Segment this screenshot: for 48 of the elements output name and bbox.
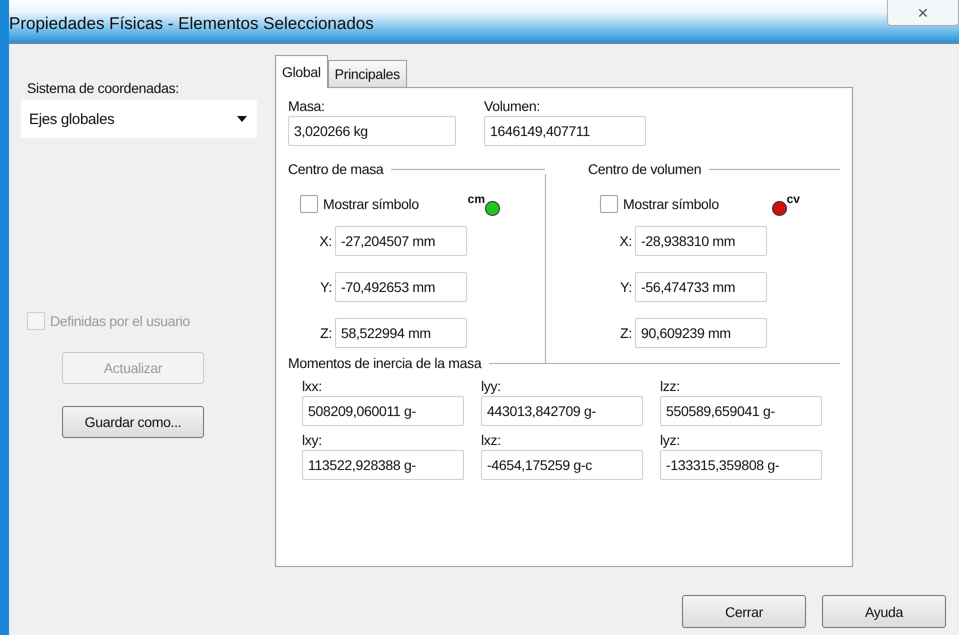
coordinate-field[interactable]: -70,492653 mm	[335, 272, 467, 302]
inertia-field[interactable]: 550589,659041 g-	[660, 396, 822, 426]
symbol-label: cm	[468, 192, 485, 206]
group-title: Momentos de inercia de la masa	[288, 355, 482, 371]
checkbox-label: Definidas por el usuario	[50, 313, 190, 329]
inertia-field[interactable]: 443013,842709 g-	[481, 396, 643, 426]
coordinate-system-dropdown[interactable]: Ejes globales	[21, 100, 257, 138]
coordinate-system-label: Sistema de coordenadas:	[27, 80, 180, 96]
inertia-field[interactable]: -4654,175259 g-c	[481, 450, 643, 480]
axis-label: X:	[618, 233, 632, 249]
window-title: Propiedades Físicas - Elementos Seleccionados	[9, 14, 374, 34]
caret-icon	[237, 116, 247, 122]
group-title: Centro de volumen	[588, 161, 702, 177]
axis-label: Y:	[319, 279, 332, 295]
axis-label: Y:	[619, 279, 632, 295]
inertia-label: lxy:	[302, 432, 323, 448]
tab[interactable]: Global	[275, 55, 328, 88]
inertia-field[interactable]: 508209,060011 g-	[302, 396, 464, 426]
mass-field[interactable]: 3,020266 kg	[288, 116, 456, 146]
tab[interactable]: Principales	[328, 60, 407, 87]
inertia-field[interactable]: 113522,928388 g-	[302, 450, 464, 480]
checkbox[interactable]	[600, 195, 618, 213]
inertia-label: lxz:	[481, 432, 502, 448]
close-dialog-button[interactable]: Cerrar	[682, 595, 806, 628]
coordinate-field[interactable]: -28,938310 mm	[634, 226, 767, 256]
volume-label: Volumen:	[484, 98, 541, 114]
close-button[interactable]: ✕	[887, 0, 959, 26]
volume-field[interactable]: 1646149,407711	[484, 116, 646, 146]
inertia-label: lyy:	[481, 378, 502, 394]
save-as-button[interactable]: Guardar como...	[62, 406, 204, 438]
symbol-label: cv	[786, 192, 800, 206]
inertia-label: lxx:	[302, 378, 323, 394]
checkbox[interactable]	[300, 195, 318, 213]
coordinate-field[interactable]: 90,609239 mm	[634, 318, 767, 348]
axis-label: X:	[318, 233, 332, 249]
help-button[interactable]: Ayuda	[822, 595, 946, 628]
coordinate-field[interactable]: -56,474733 mm	[634, 272, 767, 302]
inertia-field[interactable]: -133315,359808 g-	[660, 450, 822, 480]
coordinate-field[interactable]: 58,522994 mm	[335, 318, 467, 348]
checkbox-label: Mostrar símbolo	[622, 196, 719, 212]
mass-label: Masa:	[288, 98, 326, 114]
coordinate-field[interactable]: -27,204507 mm	[335, 226, 467, 256]
inertia-label: lzz:	[660, 378, 681, 394]
checkbox-label: Mostrar símbolo	[323, 196, 419, 212]
inertia-label: lyz:	[660, 432, 681, 448]
axis-label: Z:	[619, 325, 632, 341]
group-title: Centro de masa	[288, 161, 384, 177]
axis-label: Z:	[319, 325, 332, 341]
